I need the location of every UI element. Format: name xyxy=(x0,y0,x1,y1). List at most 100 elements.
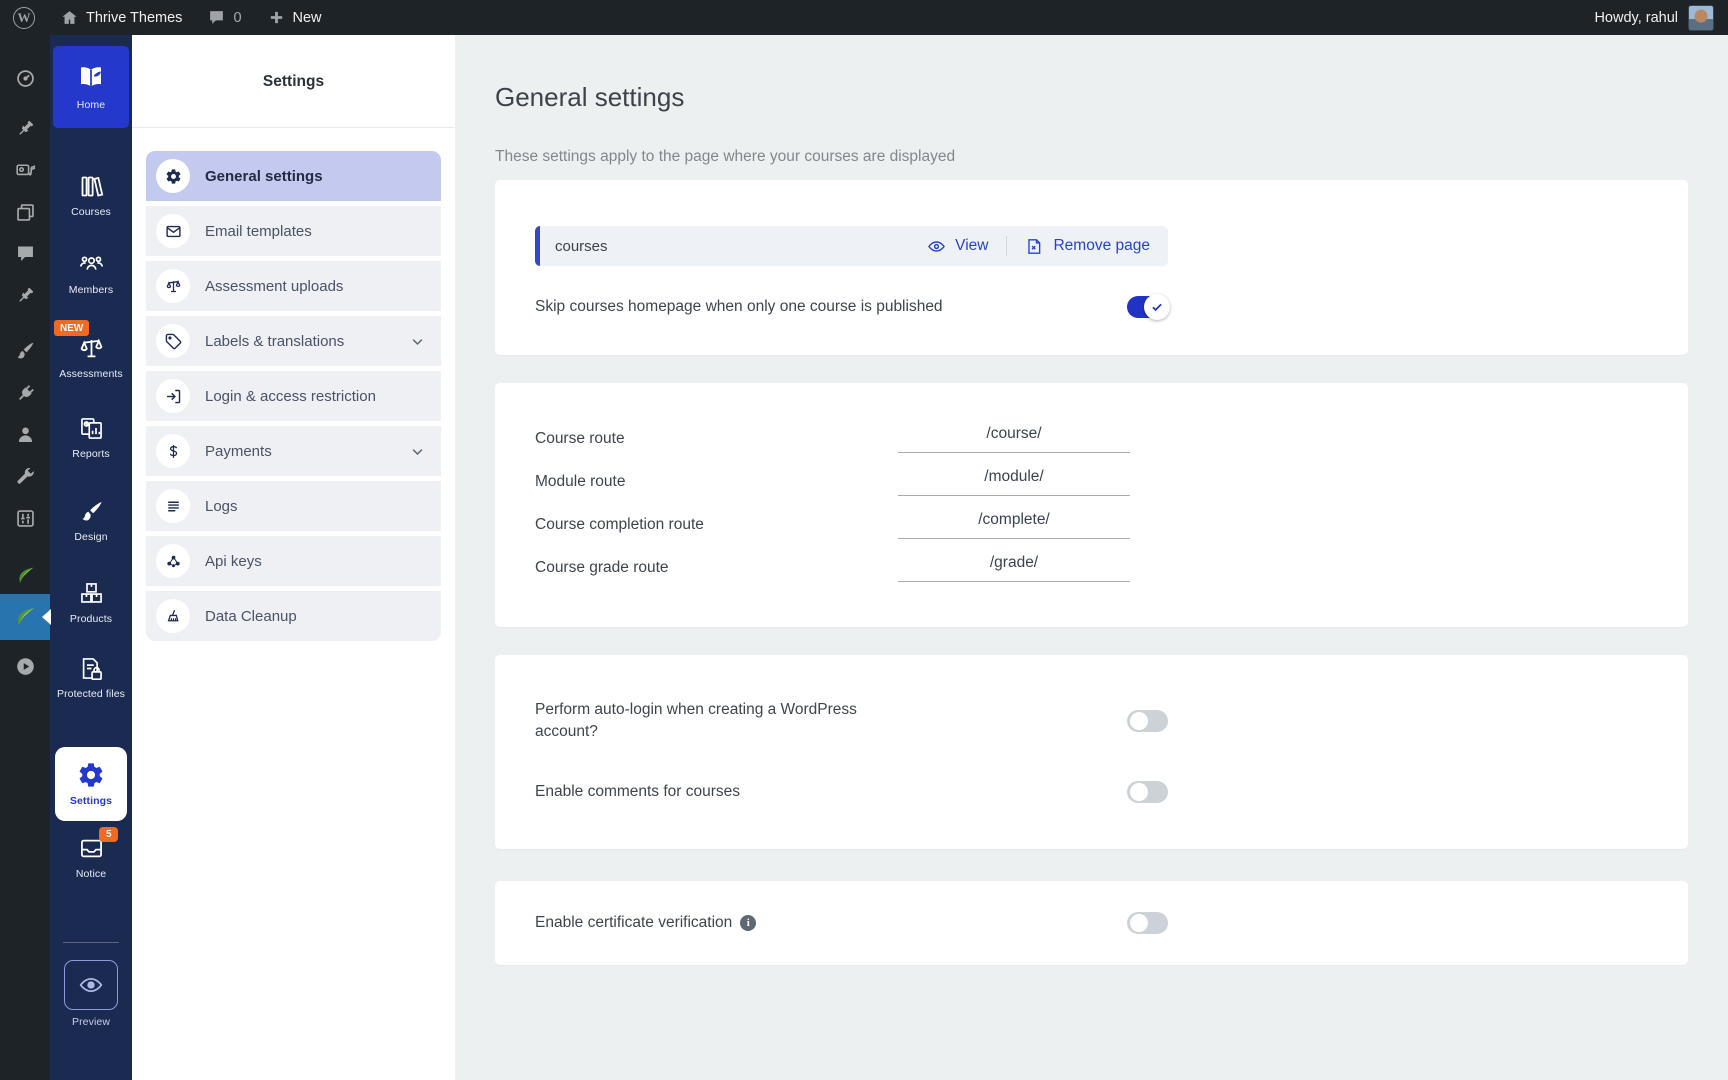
sidebar-item-home[interactable]: Home xyxy=(53,46,129,128)
menu-item-labels-translations[interactable]: Labels & translations xyxy=(146,316,441,366)
completion-route-input[interactable]: /complete/ xyxy=(898,511,1130,539)
library-books-icon xyxy=(78,173,105,200)
main-content: General settings These settings apply to… xyxy=(455,35,1728,1080)
enable-comments-toggle[interactable] xyxy=(1127,781,1168,803)
dashboard-icon[interactable] xyxy=(11,64,39,92)
chevron-down-icon xyxy=(410,444,425,459)
sidebar-item-members[interactable]: Members xyxy=(50,251,132,297)
notice-count-badge: 5 xyxy=(99,827,118,842)
posts-pin-icon[interactable] xyxy=(11,114,39,142)
menu-item-assessment-uploads[interactable]: Assessment uploads xyxy=(146,261,441,311)
menu-item-logs[interactable]: Logs xyxy=(146,481,441,531)
tools-wrench-icon[interactable] xyxy=(11,462,39,490)
homepage-card: courses View Remove page Skip courses ho… xyxy=(495,180,1688,355)
auto-login-label: Perform auto-login when creating a WordP… xyxy=(535,699,915,743)
comment-icon xyxy=(208,9,225,26)
page-subtitle: These settings apply to the page where y… xyxy=(495,147,1688,167)
eye-icon xyxy=(78,972,104,998)
howdy-text: Howdy, rahul xyxy=(1594,10,1678,26)
module-route-input[interactable]: /module/ xyxy=(898,468,1130,496)
sidebar-item-notice[interactable]: 5 Notice xyxy=(50,835,132,881)
sidebar-divider xyxy=(63,942,119,943)
sidebar-item-label: Design xyxy=(74,531,107,544)
sidebar-item-preview[interactable]: Preview xyxy=(50,960,132,1029)
route-row: Course route /course/ xyxy=(535,425,1168,453)
menu-item-general-settings[interactable]: General settings xyxy=(146,151,441,201)
sidebar-item-assessments[interactable]: NEW Assessments xyxy=(50,335,132,381)
envelope-icon xyxy=(165,223,182,240)
remove-page-link[interactable]: Remove page xyxy=(1025,237,1150,256)
media-icon[interactable] xyxy=(11,156,39,184)
field-accent-bar xyxy=(535,226,540,266)
pages-icon[interactable] xyxy=(11,198,39,226)
chevron-down-icon xyxy=(410,334,425,349)
settings-sliders-icon[interactable] xyxy=(11,504,39,532)
menu-item-api-keys[interactable]: Api keys xyxy=(146,536,441,586)
route-label: Course route xyxy=(535,430,625,448)
certificate-label: Enable certificate verification xyxy=(535,912,732,934)
avatar xyxy=(1688,5,1714,31)
course-route-input[interactable]: /course/ xyxy=(898,425,1130,453)
wordpress-menu[interactable]: W xyxy=(0,0,48,35)
sidebar-item-settings[interactable]: Settings xyxy=(55,747,127,821)
skip-homepage-toggle[interactable] xyxy=(1127,296,1168,318)
route-row: Course grade route /grade/ xyxy=(535,554,1168,582)
sidebar-item-label: Home xyxy=(77,99,105,112)
route-row: Module route /module/ xyxy=(535,468,1168,496)
course-page-field[interactable]: courses View Remove page xyxy=(535,226,1168,266)
sidebar-item-protected-files[interactable]: Protected files xyxy=(50,655,132,701)
custom-pin-icon[interactable] xyxy=(11,281,39,309)
menu-item-login-access[interactable]: Login & access restriction xyxy=(146,371,441,421)
remove-page-icon xyxy=(1025,237,1044,256)
protected-file-lock-icon xyxy=(78,655,105,682)
route-label: Course grade route xyxy=(535,559,669,577)
plus-icon xyxy=(268,9,285,26)
new-content-menu[interactable]: New xyxy=(255,0,335,35)
reports-icon xyxy=(78,415,105,442)
menu-item-payments[interactable]: Payments xyxy=(146,426,441,476)
sidebar-item-label: Notice xyxy=(76,868,106,881)
course-page-value: courses xyxy=(555,238,608,255)
auto-login-toggle[interactable] xyxy=(1127,710,1168,732)
sidebar-item-products[interactable]: Products xyxy=(50,580,132,626)
sidebar-item-design[interactable]: Design xyxy=(50,498,132,544)
sidebar-item-reports[interactable]: Reports xyxy=(50,415,132,461)
account-card: Perform auto-login when creating a WordP… xyxy=(495,655,1688,849)
thrive-leaf-icon[interactable] xyxy=(11,561,39,589)
users-icon[interactable] xyxy=(11,420,39,448)
active-menu-arrow xyxy=(42,609,51,625)
new-label: New xyxy=(293,10,322,26)
video-play-icon[interactable] xyxy=(11,652,39,680)
eye-icon xyxy=(927,237,946,256)
sidebar-item-label: Courses xyxy=(71,206,111,219)
comments-icon[interactable] xyxy=(11,239,39,267)
site-name-menu[interactable]: Thrive Themes xyxy=(48,0,195,35)
scales-icon xyxy=(78,335,105,362)
appearance-brush-icon[interactable] xyxy=(11,336,39,364)
routes-card: Course route /course/ Module route /modu… xyxy=(495,383,1688,627)
comments-menu[interactable]: 0 xyxy=(195,0,254,35)
new-badge: NEW xyxy=(54,320,89,336)
sidebar-item-label: Reports xyxy=(72,448,109,461)
api-network-icon xyxy=(165,553,182,570)
log-lines-icon xyxy=(165,498,182,515)
info-icon[interactable]: i xyxy=(740,915,756,931)
account-menu[interactable]: Howdy, rahul xyxy=(1580,0,1728,35)
menu-item-email-templates[interactable]: Email templates xyxy=(146,206,441,256)
home-icon xyxy=(61,9,78,26)
admin-top-bar: W Thrive Themes 0 New Howdy, rahul xyxy=(0,0,1728,35)
thrive-apprentice-leaf-icon[interactable] xyxy=(0,594,50,640)
route-label: Course completion route xyxy=(535,516,704,534)
menu-item-data-cleanup[interactable]: Data Cleanup xyxy=(146,591,441,641)
plugins-plug-icon[interactable] xyxy=(11,379,39,407)
route-label: Module route xyxy=(535,473,625,491)
grade-route-input[interactable]: /grade/ xyxy=(898,554,1130,582)
members-group-icon xyxy=(78,251,105,278)
sidebar-item-label: Members xyxy=(69,284,113,297)
open-book-leaf-icon xyxy=(76,62,106,92)
panel-title: Settings xyxy=(132,35,455,94)
certificate-toggle[interactable] xyxy=(1127,912,1168,934)
settings-menu-list: General settings Email templates Assessm… xyxy=(146,151,441,641)
sidebar-item-courses[interactable]: Courses xyxy=(50,173,132,219)
view-link[interactable]: View xyxy=(927,237,988,256)
